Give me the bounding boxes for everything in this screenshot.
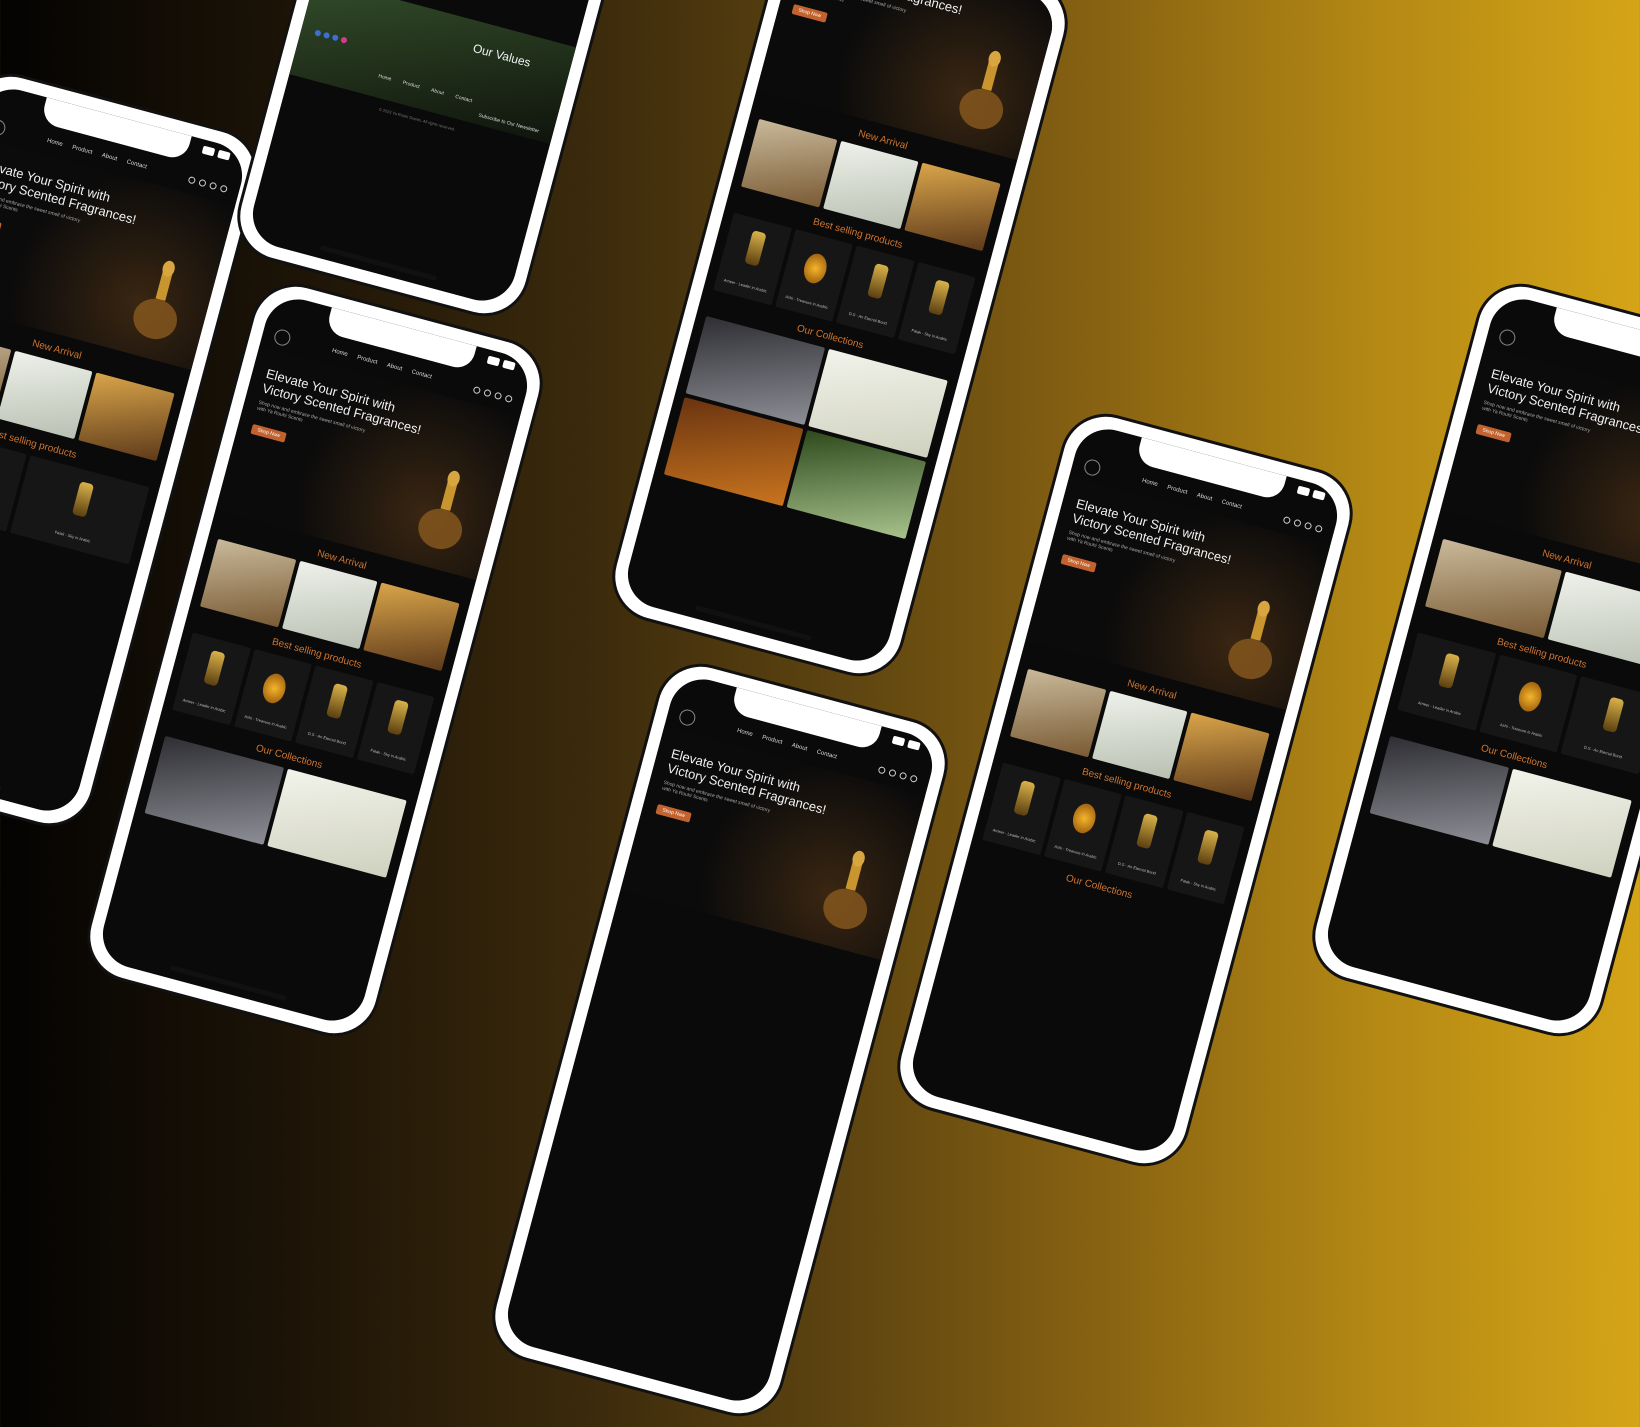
- heart-icon[interactable]: [1303, 521, 1313, 530]
- instagram-icon[interactable]: [340, 36, 348, 44]
- shop-now-button[interactable]: Shop Now: [791, 3, 828, 23]
- phone-mockup: Home Product About Contact Elevate Your …: [481, 653, 959, 1427]
- new-arrival-card[interactable]: [281, 560, 378, 650]
- phone-mockup: Elevate Your Spirit with Victory Scented…: [1301, 273, 1640, 1047]
- phone-screen: Our Values Home Product About Contact Su…: [245, 0, 685, 309]
- perfume-bottle-image: [133, 260, 178, 340]
- nav-home[interactable]: Home: [736, 728, 753, 738]
- perfume-bottle-image: [418, 470, 463, 550]
- phone-screen: Elevate Your Spirit with Victory Scented…: [1320, 291, 1640, 1029]
- phone-mockup: Home Product About Contact Elevate Your …: [886, 403, 1364, 1177]
- nav-about[interactable]: About: [386, 363, 403, 373]
- shop-now-button[interactable]: Shop Now: [655, 803, 692, 823]
- logo[interactable]: [1082, 457, 1103, 478]
- search-icon[interactable]: [1282, 515, 1292, 524]
- cart-icon[interactable]: [219, 183, 229, 193]
- nav-product[interactable]: Product: [761, 735, 783, 746]
- nav-contact[interactable]: Contact: [1221, 499, 1243, 510]
- nav-home[interactable]: Home: [1141, 478, 1158, 488]
- new-arrival-card[interactable]: [1173, 712, 1270, 802]
- home-indicator: [0, 755, 3, 792]
- nav-contact[interactable]: Contact: [411, 369, 433, 380]
- phone-screen: Elevate Your Spirit with Victory Scented…: [620, 0, 1060, 669]
- nav-about[interactable]: About: [1196, 493, 1213, 503]
- nav-about[interactable]: About: [101, 153, 118, 163]
- logo[interactable]: [0, 117, 8, 138]
- perfume-bottle-image: [1228, 600, 1273, 680]
- home-indicator: [169, 965, 288, 1002]
- product-card[interactable]: Ashi - Treasure in Arabic: [1479, 654, 1578, 753]
- footer-contact[interactable]: Contact: [455, 94, 473, 104]
- shop-now-button[interactable]: Shop Now: [0, 213, 2, 233]
- footer-home[interactable]: Home: [378, 73, 392, 82]
- nav-product[interactable]: Product: [356, 355, 378, 366]
- logo[interactable]: [272, 327, 293, 348]
- new-arrival-card[interactable]: [904, 162, 1001, 252]
- nav-home[interactable]: Home: [46, 138, 63, 148]
- facebook-icon[interactable]: [322, 31, 331, 40]
- logo[interactable]: [677, 707, 698, 728]
- home-indicator: [694, 605, 813, 642]
- cart-icon[interactable]: [909, 773, 919, 783]
- linkedin-icon[interactable]: [331, 34, 339, 42]
- hero-section: Elevate Your Spirit with Victory Scented…: [1440, 345, 1640, 580]
- cart-icon[interactable]: [1314, 523, 1324, 533]
- new-arrival-card[interactable]: [741, 118, 838, 208]
- heart-icon[interactable]: [493, 391, 503, 400]
- user-icon[interactable]: [1293, 518, 1302, 527]
- new-arrival-card[interactable]: [1009, 668, 1106, 758]
- new-arrival-card[interactable]: [822, 140, 919, 230]
- search-icon[interactable]: [187, 175, 197, 184]
- perfume-bottle-image: [959, 50, 1004, 130]
- heart-icon[interactable]: [898, 771, 908, 780]
- shop-now-button[interactable]: Shop Now: [1060, 553, 1097, 573]
- nav-home[interactable]: Home: [331, 348, 348, 358]
- nav-about[interactable]: About: [791, 743, 808, 753]
- product-card[interactable]: Ameer - Leader in Arabic: [1397, 632, 1496, 731]
- home-indicator: [319, 245, 438, 282]
- new-arrival-card[interactable]: [199, 538, 296, 628]
- nav-product[interactable]: Product: [71, 145, 93, 156]
- user-icon[interactable]: [888, 768, 897, 777]
- nav-product[interactable]: Product: [1166, 485, 1188, 496]
- nav-contact[interactable]: Contact: [816, 749, 838, 760]
- footer-product[interactable]: Product: [402, 80, 420, 90]
- shop-now-button[interactable]: Shop Now: [250, 423, 287, 443]
- heart-icon[interactable]: [208, 181, 218, 190]
- twitter-icon[interactable]: [314, 29, 322, 37]
- phone-screen: Home Product About Contact Elevate Your …: [500, 671, 940, 1409]
- phone-mockup: Our Values Home Product About Contact Su…: [226, 0, 704, 327]
- cart-icon[interactable]: [504, 393, 514, 403]
- user-icon[interactable]: [198, 178, 207, 187]
- shop-now-button[interactable]: Shop Now: [1475, 423, 1512, 443]
- search-icon[interactable]: [472, 385, 482, 394]
- phone-screen: Home Product About Contact Elevate Your …: [905, 421, 1345, 1159]
- new-arrival-card[interactable]: [363, 582, 460, 672]
- phone-mockup: Elevate Your Spirit with Victory Scented…: [601, 0, 1079, 687]
- new-arrival-card[interactable]: [0, 350, 93, 440]
- footer-about[interactable]: About: [430, 87, 444, 96]
- perfume-bottle-image: [823, 850, 868, 930]
- user-icon[interactable]: [483, 388, 492, 397]
- nav-contact[interactable]: Contact: [126, 159, 148, 170]
- new-arrival-card[interactable]: [78, 372, 175, 462]
- search-icon[interactable]: [877, 765, 887, 774]
- new-arrival-card[interactable]: [1091, 690, 1188, 780]
- logo[interactable]: [1497, 327, 1518, 348]
